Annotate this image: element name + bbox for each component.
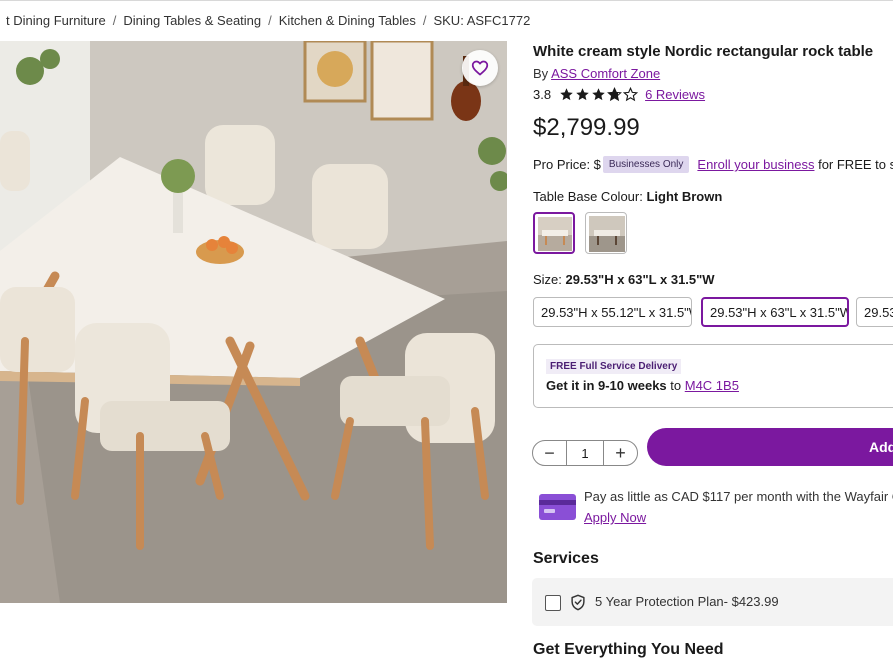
pro-price-label: Pro Price: $	[533, 157, 601, 172]
protection-plan-label: 5 Year Protection Plan- $423.99	[595, 594, 779, 609]
swatch-thumbnail	[538, 217, 572, 251]
star-icon	[592, 88, 605, 101]
favorite-button[interactable]	[462, 50, 498, 86]
breadcrumb-separator: /	[422, 13, 427, 28]
colour-label: Table Base Colour: Light Brown	[533, 189, 722, 204]
reviews-link[interactable]: 6 Reviews	[645, 87, 705, 102]
enroll-business-link[interactable]: Enroll your business	[697, 157, 814, 172]
top-divider	[0, 0, 893, 1]
credit-card-icon	[539, 494, 576, 520]
delivery-eta-to: to	[666, 378, 685, 393]
add-to-cart-button[interactable]: Add	[647, 428, 893, 466]
size-option-3[interactable]: 29.53	[856, 297, 893, 327]
product-title: White cream style Nordic rectangular roc…	[533, 43, 874, 60]
product-price: $2,799.99	[533, 114, 640, 141]
breadcrumb-item-kitchen-dining-tables[interactable]: Kitchen & Dining Tables	[279, 13, 416, 28]
heart-icon	[471, 60, 489, 76]
star-icon	[607, 87, 623, 102]
delivery-eta-weeks: Get it in 9-10 weeks	[546, 378, 667, 393]
pro-price-row: Pro Price: $ Businesses Only Enroll your…	[533, 156, 893, 173]
breadcrumb-separator: /	[268, 13, 272, 28]
free-delivery-tag: FREE Full Service Delivery	[546, 359, 682, 374]
breadcrumb-item-dining-furniture[interactable]: t Dining Furniture	[6, 13, 106, 28]
swatch-thumbnail	[589, 216, 625, 252]
size-selected: 29.53"H x 63"L x 31.5"W	[565, 272, 715, 287]
financing-text: Pay as little as CAD $117 per month with…	[584, 489, 893, 504]
rating-value: 3.8	[533, 87, 552, 102]
colour-selected: Light Brown	[646, 189, 723, 204]
apply-now-link[interactable]: Apply Now	[584, 510, 646, 525]
size-option-2[interactable]: 29.53"H x 63"L x 31.5"W	[701, 297, 849, 327]
postal-code-link[interactable]: M4C 1B5	[685, 378, 739, 393]
delivery-eta: Get it in 9-10 weeks to M4C 1B5	[546, 378, 739, 393]
brand-link[interactable]: ASS Comfort Zone	[551, 66, 660, 81]
delivery-box: FREE Full Service Delivery Get it in 9-1…	[533, 344, 893, 408]
size-option-1[interactable]: 29.53"H x 55.12"L x 31.5"W	[533, 297, 692, 327]
colour-swatch-light-brown[interactable]	[533, 212, 575, 254]
breadcrumb: t Dining Furniture / Dining Tables & Seati…	[6, 13, 530, 28]
pro-price-suffix: for FREE to sa	[818, 157, 893, 172]
product-image[interactable]	[0, 41, 507, 603]
breadcrumb-sku: SKU: ASFC1772	[433, 13, 531, 28]
quantity-value[interactable]: 1	[566, 441, 604, 465]
brand-prefix: By	[533, 66, 552, 81]
businesses-only-badge: Businesses Only	[602, 156, 690, 173]
colour-swatch-dark[interactable]	[585, 212, 627, 254]
star-outline-icon	[623, 87, 639, 102]
quantity-increase-button[interactable]: +	[604, 441, 637, 465]
star-icon	[560, 88, 573, 101]
protection-plan-option[interactable]: 5 Year Protection Plan- $423.99	[532, 578, 893, 626]
quantity-stepper: − 1 +	[532, 440, 638, 466]
breadcrumb-item-dining-tables-seating[interactable]: Dining Tables & Seating	[123, 13, 261, 28]
shield-check-icon	[571, 594, 585, 611]
services-heading: Services	[533, 550, 599, 567]
product-photo	[0, 41, 507, 603]
protection-plan-checkbox[interactable]	[545, 595, 561, 611]
colour-label-text: Table Base Colour:	[533, 189, 647, 204]
star-rating	[559, 87, 639, 102]
quantity-decrease-button[interactable]: −	[533, 441, 566, 465]
brand-line: By ASS Comfort Zone	[533, 66, 660, 81]
star-icon	[576, 88, 589, 101]
breadcrumb-separator: /	[112, 13, 117, 28]
get-everything-heading: Get Everything You Need	[533, 641, 724, 658]
rating-row: 3.8 6 Reviews	[533, 87, 705, 102]
size-label-text: Size:	[533, 272, 566, 287]
size-label: Size: 29.53"H x 63"L x 31.5"W	[533, 272, 715, 287]
